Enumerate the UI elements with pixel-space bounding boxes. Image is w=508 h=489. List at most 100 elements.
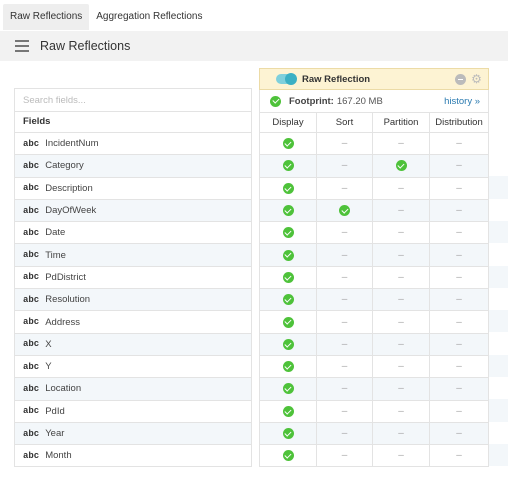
field-name: Category bbox=[45, 160, 84, 172]
cell-partition[interactable]: – bbox=[373, 266, 430, 289]
field-type-label: abc bbox=[23, 205, 40, 216]
field-name: IncidentNum bbox=[45, 138, 99, 150]
cell-display[interactable] bbox=[260, 177, 317, 199]
cell-partition[interactable]: – bbox=[373, 289, 430, 311]
dash-text: – bbox=[456, 182, 462, 194]
cell-distribution[interactable]: – bbox=[430, 445, 488, 466]
tab-aggregation-reflections[interactable]: Aggregation Reflections bbox=[89, 4, 209, 30]
cell-partition[interactable]: – bbox=[373, 422, 430, 445]
cell-sort[interactable]: – bbox=[317, 400, 373, 422]
cell-display[interactable] bbox=[260, 155, 317, 177]
cell-display[interactable] bbox=[260, 199, 317, 222]
cell-sort[interactable]: – bbox=[317, 355, 373, 378]
tab-raw-reflections[interactable]: Raw Reflections bbox=[3, 4, 90, 30]
cell-distribution[interactable]: – bbox=[430, 401, 488, 422]
cell-sort[interactable]: – bbox=[317, 222, 373, 244]
history-link[interactable]: history » bbox=[444, 96, 480, 107]
cell-display[interactable] bbox=[260, 311, 317, 333]
reflection-row: – – – bbox=[259, 244, 489, 267]
field-name: Description bbox=[45, 182, 93, 194]
cell-distribution[interactable]: – bbox=[430, 356, 488, 377]
cell-display[interactable] bbox=[260, 355, 317, 378]
cell-partition[interactable]: – bbox=[373, 355, 430, 378]
dash-text: – bbox=[398, 227, 404, 239]
cell-display[interactable] bbox=[260, 289, 317, 311]
dash-text: – bbox=[341, 383, 348, 395]
cell-distribution[interactable]: – bbox=[430, 200, 488, 221]
cell-sort[interactable]: – bbox=[317, 133, 373, 155]
cell-sort[interactable]: – bbox=[317, 177, 373, 199]
cell-display[interactable] bbox=[260, 266, 317, 289]
cell-display[interactable] bbox=[260, 378, 317, 400]
cell-sort[interactable]: – bbox=[317, 244, 373, 266]
cell-sort[interactable]: – bbox=[317, 378, 373, 400]
dash-text: – bbox=[341, 316, 348, 328]
remove-reflection-icon[interactable] bbox=[455, 74, 466, 85]
reflection-row: – – – bbox=[259, 177, 489, 200]
cell-display[interactable] bbox=[260, 244, 317, 266]
cell-distribution[interactable]: – bbox=[430, 267, 488, 288]
cell-display[interactable] bbox=[260, 422, 317, 445]
field-name: DayOfWeek bbox=[45, 205, 97, 217]
cell-partition[interactable]: – bbox=[373, 222, 430, 244]
dash-text: – bbox=[341, 405, 348, 417]
cell-sort[interactable]: – bbox=[317, 422, 373, 445]
cell-sort[interactable] bbox=[317, 199, 373, 222]
field-row: abc Location bbox=[14, 378, 252, 401]
raw-reflection-panel: Raw Reflection ⚙ Footprint: 167.20 MB hi… bbox=[259, 68, 489, 468]
check-circle-icon bbox=[282, 338, 294, 350]
cell-display[interactable] bbox=[260, 333, 317, 355]
cell-display[interactable] bbox=[260, 445, 317, 467]
reflection-row: – – – bbox=[259, 378, 489, 401]
cell-display[interactable] bbox=[260, 400, 317, 422]
cell-display[interactable] bbox=[260, 222, 317, 244]
cell-distribution[interactable]: – bbox=[430, 423, 488, 444]
field-type-label: abc bbox=[23, 250, 40, 261]
cell-partition[interactable]: – bbox=[373, 378, 430, 400]
search-fields-input[interactable] bbox=[14, 88, 252, 112]
cell-partition[interactable] bbox=[373, 155, 430, 177]
cell-partition[interactable]: – bbox=[373, 199, 430, 222]
cell-partition[interactable]: – bbox=[373, 177, 430, 199]
check-circle-icon bbox=[282, 138, 294, 150]
cell-partition[interactable]: – bbox=[373, 311, 430, 333]
field-name: Month bbox=[45, 450, 72, 462]
gear-icon[interactable]: ⚙ bbox=[471, 73, 482, 85]
cell-partition[interactable]: – bbox=[373, 445, 430, 467]
field-type-label: abc bbox=[23, 383, 40, 394]
cell-partition[interactable]: – bbox=[373, 333, 430, 355]
check-circle-icon bbox=[282, 227, 294, 239]
dash-text: – bbox=[456, 383, 462, 395]
check-circle-icon bbox=[282, 160, 294, 172]
cell-sort[interactable]: – bbox=[317, 311, 373, 333]
cell-distribution[interactable]: – bbox=[430, 378, 488, 399]
cell-distribution[interactable]: – bbox=[430, 289, 488, 310]
dash-text: – bbox=[398, 205, 404, 217]
cell-distribution[interactable]: – bbox=[430, 311, 488, 332]
cell-distribution[interactable]: – bbox=[430, 222, 488, 243]
reflection-enable-toggle[interactable] bbox=[276, 73, 297, 85]
reflection-row: – – – bbox=[259, 422, 489, 446]
cell-distribution[interactable]: – bbox=[430, 133, 488, 154]
field-name: Address bbox=[45, 316, 81, 328]
cell-distribution[interactable]: – bbox=[430, 178, 488, 199]
fields-panel: Fields abc IncidentNum abc Category abc Descr… bbox=[14, 88, 252, 468]
cell-sort[interactable]: – bbox=[317, 333, 373, 355]
column-sort: Sort bbox=[317, 113, 373, 132]
field-row: abc Description bbox=[14, 177, 252, 200]
cell-distribution[interactable]: – bbox=[430, 244, 488, 265]
check-circle-icon bbox=[282, 271, 294, 283]
cell-sort[interactable]: – bbox=[317, 155, 373, 177]
field-name: Resolution bbox=[45, 294, 91, 306]
cell-sort[interactable]: – bbox=[317, 445, 373, 467]
cell-sort[interactable]: – bbox=[317, 266, 373, 289]
cell-sort[interactable]: – bbox=[317, 289, 373, 311]
cell-partition[interactable]: – bbox=[373, 244, 430, 266]
dash-text: – bbox=[398, 405, 404, 417]
field-type-label: abc bbox=[23, 227, 40, 238]
cell-display[interactable] bbox=[260, 133, 317, 155]
cell-partition[interactable]: – bbox=[373, 133, 430, 155]
cell-distribution[interactable]: – bbox=[430, 334, 488, 355]
cell-distribution[interactable]: – bbox=[430, 155, 488, 176]
cell-partition[interactable]: – bbox=[373, 400, 430, 422]
